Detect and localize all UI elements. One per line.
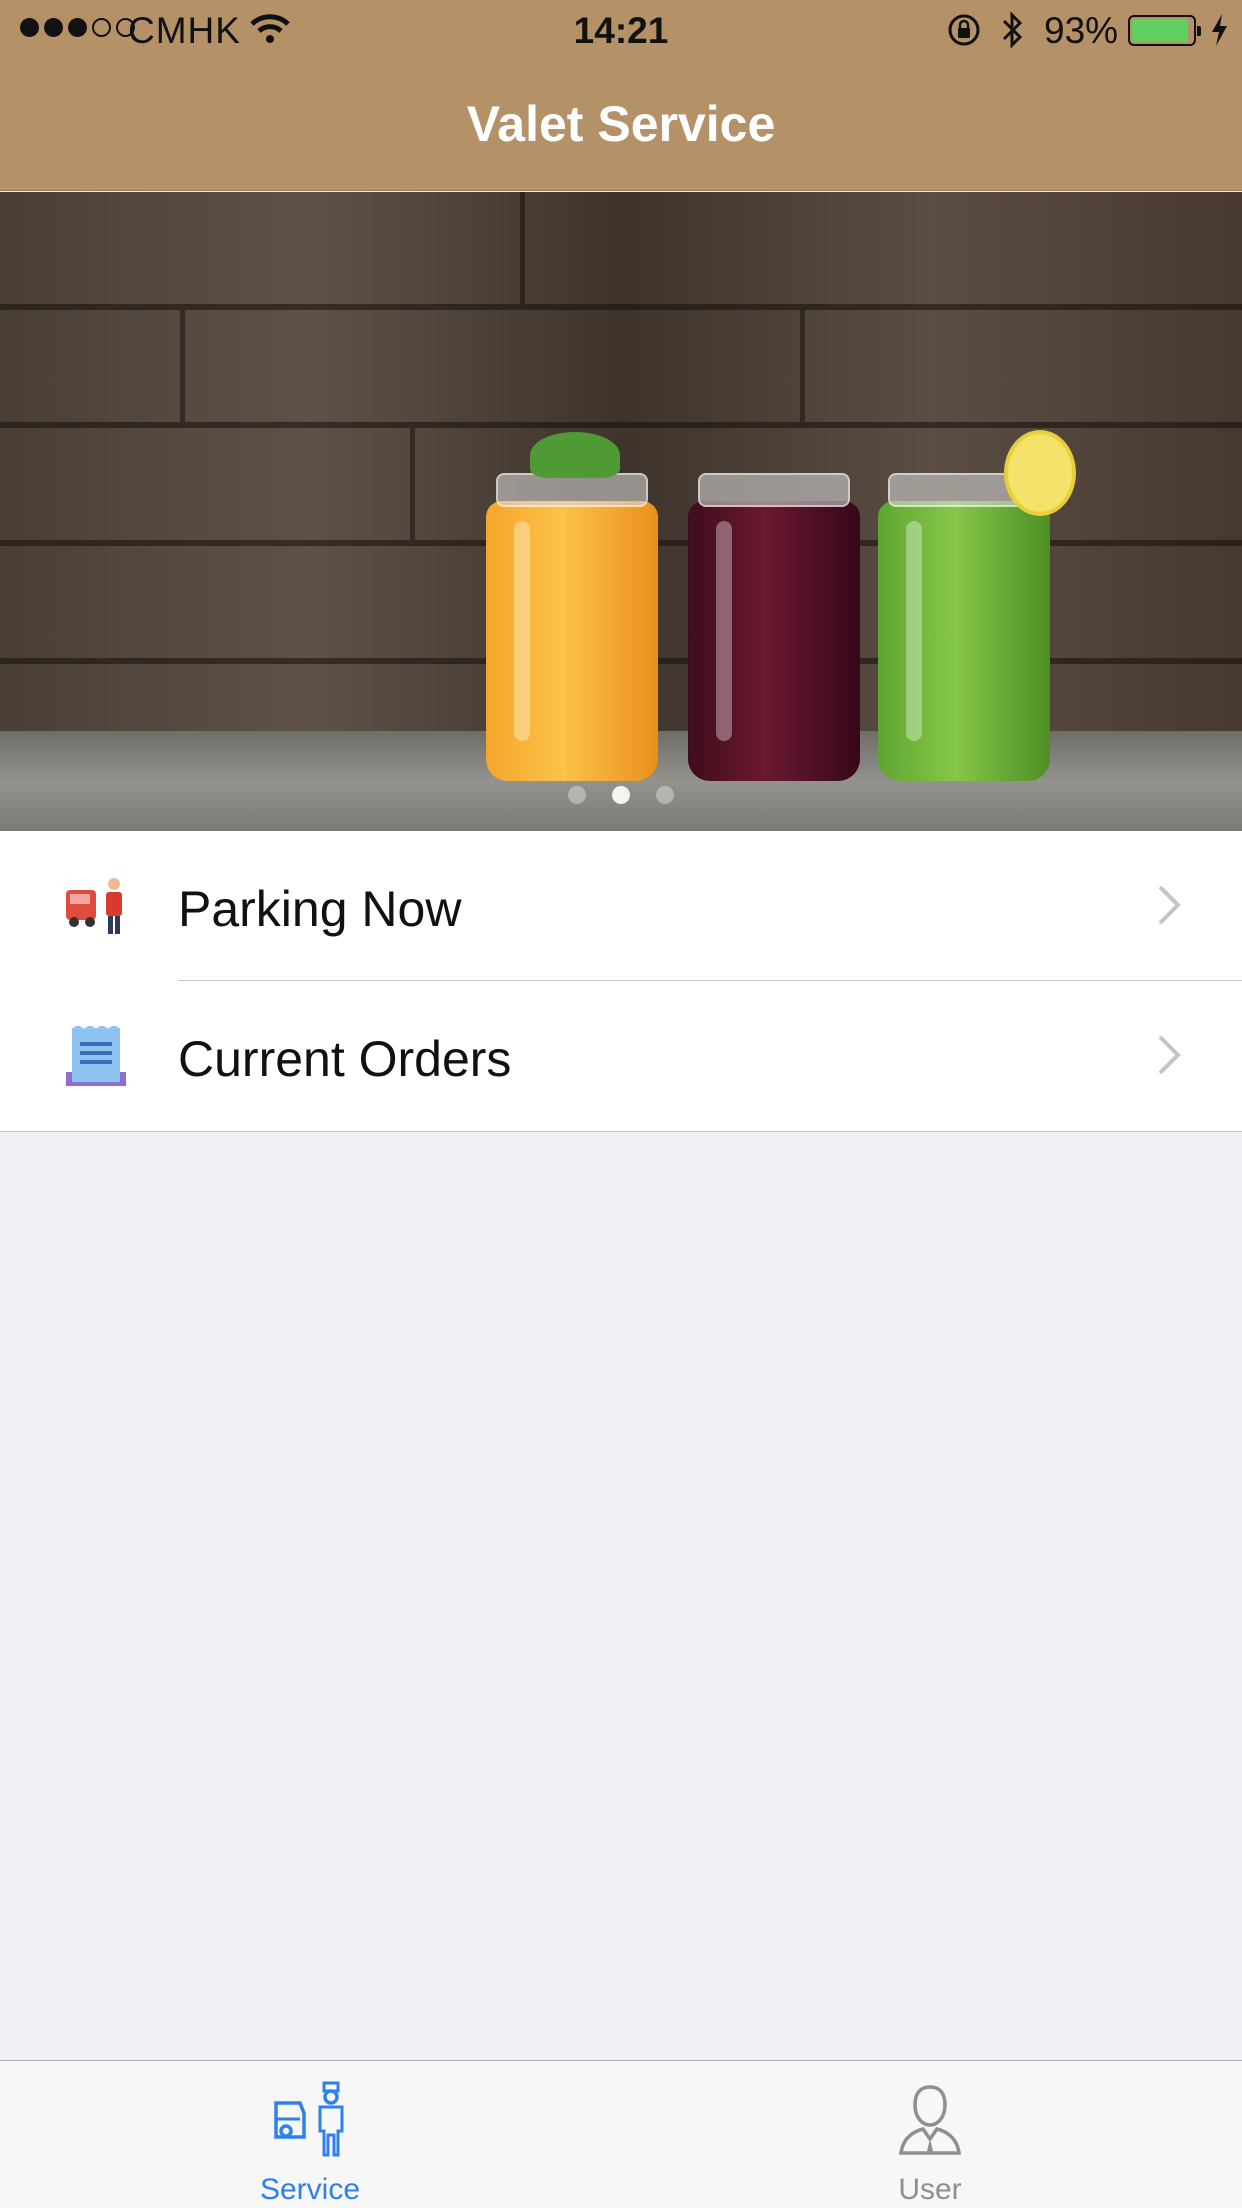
service-menu-list: Parking Now Current Orders bbox=[0, 831, 1242, 1132]
promo-banner-carousel[interactable] bbox=[0, 192, 1242, 831]
page-title: Valet Service bbox=[466, 96, 776, 152]
valet-service-icon bbox=[270, 2079, 350, 2167]
orange-juice-jar-image bbox=[486, 473, 658, 781]
banner-page-indicator[interactable] bbox=[0, 786, 1242, 804]
tab-label: Service bbox=[259, 2173, 361, 2206]
rotation-lock-icon bbox=[946, 12, 982, 57]
battery-icon bbox=[1128, 15, 1201, 46]
lemon-slice-image bbox=[1004, 430, 1076, 516]
orders-receipt-icon bbox=[64, 1024, 128, 1086]
berry-juice-jar-image bbox=[688, 473, 860, 781]
tab-user[interactable]: User bbox=[780, 2061, 1080, 2208]
menu-item-parking-now[interactable]: Parking Now bbox=[0, 831, 1242, 981]
page-dot-2[interactable] bbox=[612, 786, 630, 804]
mint-garnish-image bbox=[530, 432, 620, 478]
user-icon bbox=[895, 2079, 965, 2167]
menu-item-label: Parking Now bbox=[178, 881, 462, 937]
tab-label: User bbox=[898, 2173, 962, 2206]
charging-bolt-icon bbox=[1208, 12, 1230, 57]
chevron-right-icon bbox=[1156, 1033, 1182, 1082]
tab-bar: Service User bbox=[0, 2060, 1242, 2208]
chevron-right-icon bbox=[1156, 883, 1182, 932]
green-juice-jar-image bbox=[878, 473, 1050, 781]
page-dot-3[interactable] bbox=[656, 786, 674, 804]
battery-level bbox=[1132, 19, 1188, 42]
status-bar: CMHK 14:21 93% bbox=[0, 0, 1242, 62]
valet-parking-icon bbox=[64, 876, 128, 936]
menu-item-label: Current Orders bbox=[178, 1031, 512, 1087]
tab-service[interactable]: Service bbox=[160, 2061, 460, 2208]
page-dot-1[interactable] bbox=[568, 786, 586, 804]
navigation-bar: CMHK 14:21 93% Valet Service bbox=[0, 0, 1242, 191]
bluetooth-icon bbox=[1000, 10, 1026, 59]
menu-item-current-orders[interactable]: Current Orders bbox=[0, 981, 1242, 1131]
battery-percentage: 93% bbox=[1044, 10, 1119, 51]
